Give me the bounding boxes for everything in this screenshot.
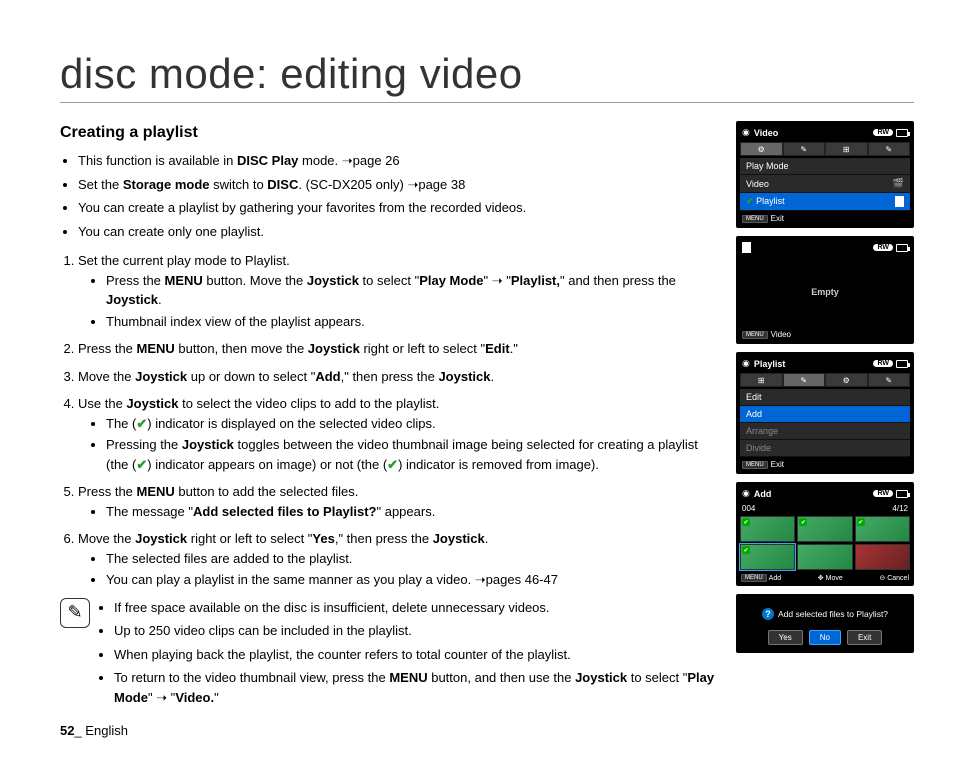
steps-list: Set the current play mode to Playlist. P… [78,251,716,590]
screenshots-column: ◉ Video RW ⚙ ✎ ⊞ ✎ Play Mode Video🎬 ✔ Pl… [736,121,914,711]
battery-icon [896,490,908,498]
disc-icon: ◉ [742,358,750,369]
note-block: ✎ If free space available on the disc is… [60,598,716,712]
note-icon: ✎ [60,598,90,628]
menu-item[interactable]: Edit [740,389,910,406]
tab[interactable]: ⚙ [825,373,868,387]
check-icon: ✔ [136,457,147,472]
menu-button[interactable]: MENU [742,331,768,339]
menu-item-disabled: Arrange [740,423,910,440]
yes-button[interactable]: Yes [768,630,803,645]
doc-icon [895,196,904,207]
disc-icon: ◉ [742,127,750,138]
tab[interactable]: ✎ [783,373,826,387]
menu-item-selected[interactable]: Add [740,406,910,423]
thumbnail[interactable]: ✔ [855,516,910,542]
text-column: Creating a playlist This function is ava… [60,121,716,711]
page-footer: 52_ English [60,723,128,738]
disc-icon: ◉ [742,488,750,499]
empty-state: Empty [740,257,910,327]
tab[interactable]: ✎ [868,373,911,387]
check-icon: ✔ [857,518,865,526]
menu-button[interactable]: MENU [742,461,768,469]
thumbnail[interactable]: ✔ [797,516,852,542]
thumbnail[interactable] [855,544,910,570]
battery-icon [896,244,908,252]
question-icon: ? [762,608,774,620]
screen-video-menu: ◉ Video RW ⚙ ✎ ⊞ ✎ Play Mode Video🎬 ✔ Pl… [736,121,914,228]
menu-item-disabled: Divide [740,440,910,457]
tab[interactable]: ✎ [783,142,826,156]
rw-badge: RW [873,360,893,367]
battery-icon [896,360,908,368]
exit-button[interactable]: Exit [847,630,882,645]
rw-badge: RW [873,244,893,251]
page-title: disc mode: editing video [60,50,914,103]
thumbnail[interactable] [797,544,852,570]
tab[interactable]: ⊞ [740,373,783,387]
menu-item[interactable]: Play Mode [740,158,910,175]
intro-list: This function is available in DISC Play … [78,151,716,241]
check-icon: ✔ [742,546,750,554]
battery-icon [896,129,908,137]
check-icon: ✔ [136,416,147,431]
tab[interactable]: ⚙ [740,142,783,156]
screen-playlist-menu: ◉ Playlist RW ⊞ ✎ ⚙ ✎ Edit Add Arrange D… [736,352,914,474]
section-heading: Creating a playlist [60,121,716,145]
rw-badge: RW [873,129,893,136]
menu-button[interactable]: MENU [742,215,768,223]
menu-item[interactable]: Video🎬 [740,175,910,193]
rw-badge: RW [873,490,893,497]
check-icon: ✔ [799,518,807,526]
tab[interactable]: ⊞ [825,142,868,156]
doc-icon [742,242,751,253]
thumbnail[interactable]: ✔ [740,516,795,542]
check-icon: ✔ [742,518,750,526]
check-icon: ✔ [387,457,398,472]
video-icon: 🎬 [893,178,904,189]
screen-empty: RW Empty MENUVideo [736,236,914,344]
menu-item-selected[interactable]: ✔ Playlist [740,193,910,211]
tab[interactable]: ✎ [868,142,911,156]
screen-confirm-dialog: ?Add selected files to Playlist? Yes No … [736,594,914,653]
thumbnail-selected[interactable]: ✔ [740,544,795,570]
cancel-icon: ⊝ [879,574,885,582]
screen-add-thumbnails: ◉ Add RW 0044/12 ✔ ✔ ✔ ✔ MENUAdd ✥Move ⊝… [736,482,914,586]
menu-button[interactable]: MENU [741,574,767,582]
no-button[interactable]: No [809,630,841,645]
move-icon: ✥ [818,574,824,582]
